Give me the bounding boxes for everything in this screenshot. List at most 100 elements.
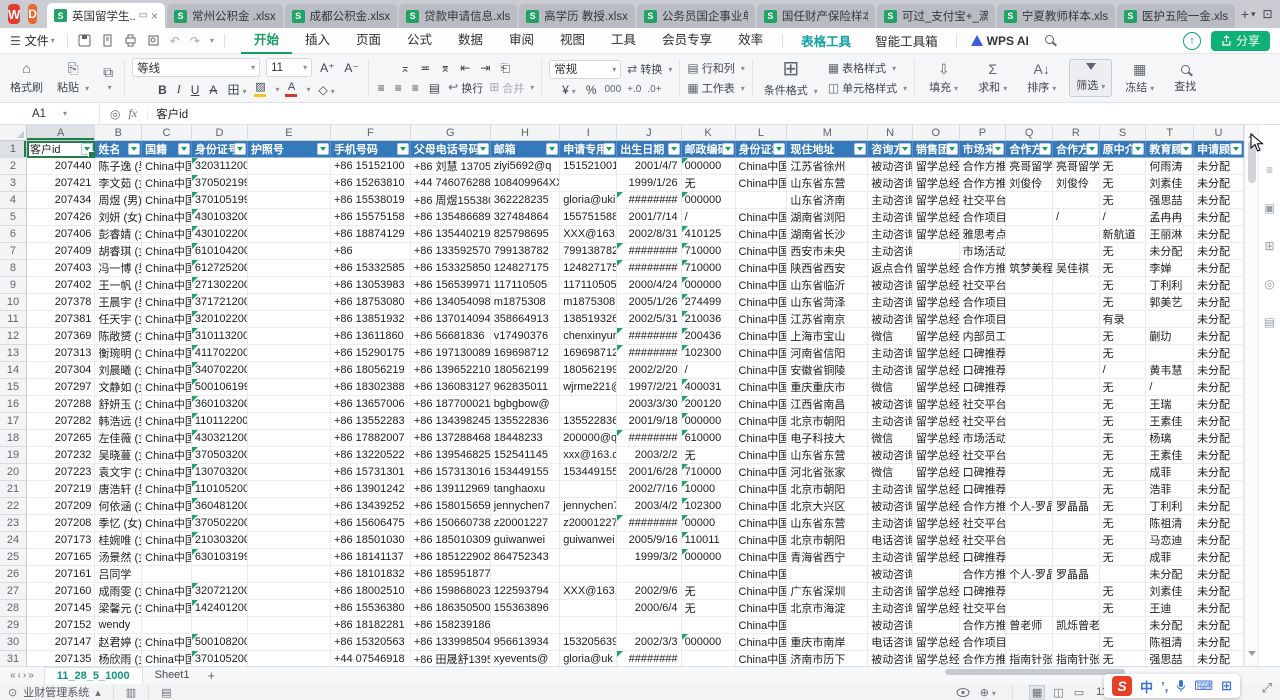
account-icon[interactable]: ⊙ [8, 686, 17, 699]
cell[interactable]: 207208 [27, 515, 95, 532]
cell[interactable]: 340702200202202520 [192, 362, 248, 379]
cell[interactable]: 155751588 [560, 209, 617, 226]
header-cell[interactable]: 教育顾问 [1146, 141, 1194, 158]
horizontal-scroll-thumb[interactable] [945, 669, 1125, 675]
cell[interactable]: 000000 [682, 413, 736, 430]
cell[interactable]: 207135 [27, 651, 95, 666]
wrap-text-button[interactable]: ↩换行 [448, 80, 483, 96]
menu-tab-页面[interactable]: 页面 [343, 28, 394, 54]
cell[interactable]: 2003/2/2 [617, 447, 681, 464]
cell[interactable]: 主动咨询 [868, 294, 913, 311]
cell[interactable]: wjrme221@ [560, 379, 617, 396]
cell[interactable]: 山东省济南 [787, 192, 868, 209]
cell[interactable]: 155363896 [491, 600, 561, 617]
column-header-C[interactable]: C [142, 125, 192, 141]
cell[interactable]: +86 15536380 [331, 600, 411, 617]
currency-icon[interactable]: ¥▾ [560, 83, 578, 97]
cell[interactable]: ######## [617, 345, 681, 362]
cell[interactable]: 500108200203035125 [192, 634, 248, 651]
filter-dropdown-button[interactable] [946, 143, 958, 155]
cell[interactable] [1053, 549, 1100, 566]
cell[interactable]: 2005/9/16 [617, 532, 681, 549]
cell[interactable]: 000000 [682, 277, 736, 294]
filter-dropdown-button[interactable] [773, 143, 785, 155]
cell[interactable]: 无 [1100, 192, 1147, 209]
cell[interactable]: 亮哥留学 [1053, 158, 1100, 175]
copy-button[interactable]: ⧉ ▾ [99, 63, 117, 94]
cell[interactable]: 200120 [682, 396, 736, 413]
cell[interactable]: +86 13611860 [331, 328, 411, 345]
cell[interactable]: 无 [1100, 158, 1147, 175]
cell[interactable]: 江苏省南京 [787, 311, 868, 328]
cell[interactable]: 无 [1100, 600, 1147, 617]
cell[interactable]: 曾老师 [1006, 617, 1053, 634]
cell[interactable]: +86 18056219 [331, 362, 411, 379]
bold-button[interactable]: B [156, 83, 169, 97]
cell[interactable]: 强思喆 [1146, 192, 1194, 209]
column-header-S[interactable]: S [1100, 125, 1147, 141]
ime-punctuation-icon[interactable]: ’, [1161, 679, 1168, 694]
document-tab[interactable]: S宁夏教师样本.xlsx [997, 4, 1115, 28]
filter-dropdown-button[interactable] [603, 143, 615, 155]
header-cell[interactable]: 护照号 [248, 141, 331, 158]
cell[interactable]: 无 [1100, 430, 1147, 447]
filter-dropdown-button[interactable] [1230, 143, 1242, 155]
cell[interactable]: 留学总经办 [913, 498, 960, 515]
cell[interactable] [560, 549, 617, 566]
cell[interactable] [1006, 634, 1053, 651]
cell[interactable]: +86 1354402198 [411, 226, 491, 243]
cell[interactable]: China中国 [736, 413, 788, 430]
cell[interactable]: 被动咨询 [868, 566, 913, 583]
cell[interactable]: China中国 [142, 600, 192, 617]
cell[interactable]: China中国 [142, 192, 192, 209]
column-header-D[interactable]: D [192, 125, 248, 141]
column-header-L[interactable]: L [736, 125, 788, 141]
document-tab[interactable]: S国任财产保险样本.x [757, 4, 875, 28]
cell[interactable]: 未分配 [1194, 498, 1244, 515]
cell[interactable]: 合作项目- [960, 209, 1007, 226]
cell[interactable]: +86 1573130169 [411, 464, 491, 481]
cell[interactable]: 舒妍玉 (女 [95, 396, 142, 413]
cell[interactable]: +86 1335925706 [411, 243, 491, 260]
cell[interactable] [1006, 226, 1053, 243]
search-icon[interactable] [1043, 33, 1056, 49]
cell[interactable]: 未分配 [1194, 481, 1244, 498]
cell[interactable]: 207265 [27, 430, 95, 447]
cell[interactable]: 山东省菏泽 [787, 294, 868, 311]
cell[interactable] [1006, 583, 1053, 600]
row-header-14[interactable]: 14 [0, 362, 27, 379]
cell[interactable]: 刘俊伶 [1053, 175, 1100, 192]
cell[interactable]: 微信 [868, 379, 913, 396]
cell[interactable]: 重庆市南岸 [787, 634, 868, 651]
header-cell[interactable]: 邮政编码 [682, 141, 736, 158]
cell[interactable]: 710000 [682, 260, 736, 277]
cell[interactable] [560, 566, 617, 583]
cell[interactable]: 207313 [27, 345, 95, 362]
menu-tab-效率[interactable]: 效率 [725, 28, 776, 54]
cell[interactable]: China中国 [142, 209, 192, 226]
cell[interactable]: 000000 [682, 549, 736, 566]
output-icon[interactable] [101, 34, 114, 47]
cell[interactable]: China中国 [736, 311, 788, 328]
sidebar-list-icon[interactable]: ▤ [1264, 315, 1275, 329]
cell[interactable]: 强思喆 [1146, 651, 1194, 666]
column-header-F[interactable]: F [331, 125, 411, 141]
cell[interactable]: +44 07546918 [331, 651, 411, 666]
cell[interactable]: +86 1372884680 [411, 430, 491, 447]
cell[interactable]: 2002/5/31 [617, 311, 681, 328]
cell[interactable] [787, 617, 868, 634]
increase-font-icon[interactable]: A⁺ [318, 61, 336, 75]
cell[interactable]: 凯烁曾老师 [1053, 617, 1100, 634]
cell[interactable] [1006, 464, 1053, 481]
cell[interactable]: 留学总经办 [913, 345, 960, 362]
cell[interactable]: 电子科技大 [787, 430, 868, 447]
cell[interactable]: 杨璃 [1146, 430, 1194, 447]
cell[interactable]: 200000@qq [560, 430, 617, 447]
cell[interactable] [248, 243, 331, 260]
filter-dropdown-button[interactable] [81, 143, 93, 155]
column-header-R[interactable]: R [1053, 125, 1100, 141]
cell[interactable]: 210303200509160922 [192, 532, 248, 549]
header-cell[interactable]: 合作方公司 [1006, 141, 1053, 158]
cell[interactable]: 799138782 [560, 243, 617, 260]
filter-dropdown-button[interactable] [668, 143, 680, 155]
